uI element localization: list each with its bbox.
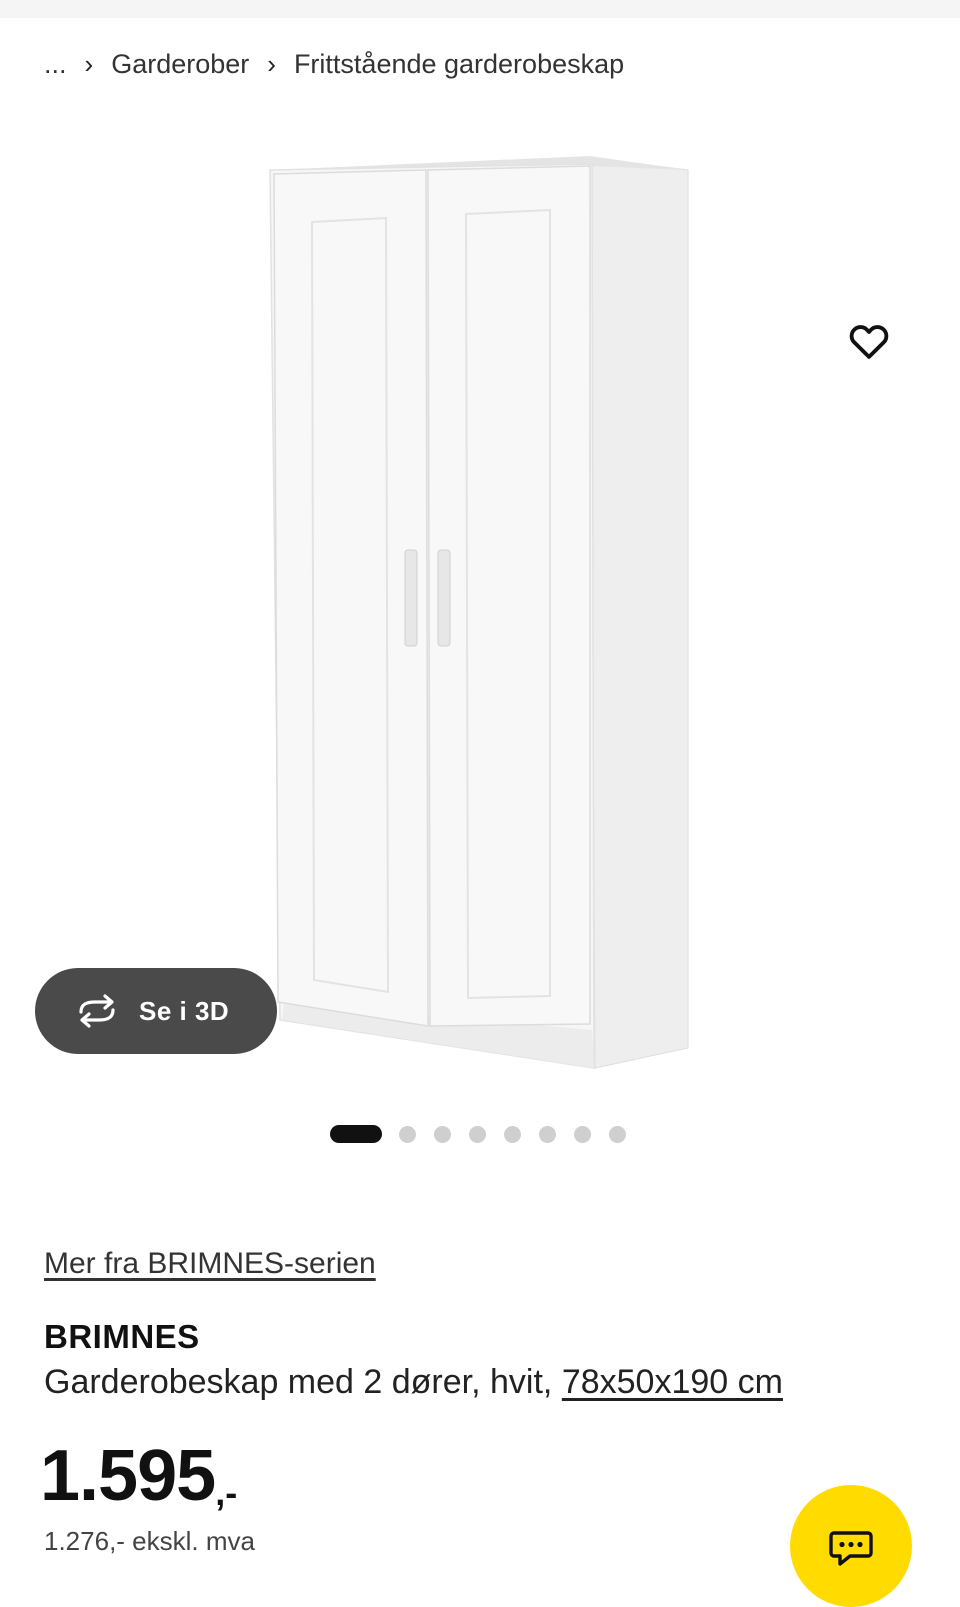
product-gallery[interactable]: [0, 120, 960, 1100]
favorite-button[interactable]: [846, 318, 892, 364]
view-in-3d-label: Se i 3D: [139, 995, 230, 1026]
breadcrumb-item-frittstaende[interactable]: Frittstående garderobeskap: [294, 49, 624, 80]
gallery-pagination: [330, 1124, 644, 1144]
heart-icon: [849, 325, 889, 359]
pagination-dot[interactable]: [539, 1125, 556, 1143]
chevron-right-icon: ›: [267, 48, 276, 79]
pagination-dot[interactable]: [469, 1125, 486, 1143]
chat-icon: [829, 1531, 873, 1566]
pagination-dot[interactable]: [574, 1125, 591, 1143]
price-amount: 1.595: [40, 1436, 216, 1516]
pagination-dot-active[interactable]: [330, 1125, 382, 1143]
pagination-dot[interactable]: [504, 1125, 521, 1143]
product-image[interactable]: [250, 150, 710, 1080]
view-in-3d-button[interactable]: Se i 3D: [35, 968, 277, 1054]
product-dimensions-link[interactable]: 78x50x190 cm: [562, 1363, 783, 1401]
pagination-dot[interactable]: [609, 1125, 626, 1143]
product-name: BRIMNES: [44, 1318, 200, 1355]
rotate-3d-icon: [79, 994, 115, 1028]
breadcrumb: ... › Garderober › Frittstående garderob…: [44, 44, 624, 84]
pagination-dot[interactable]: [399, 1125, 416, 1143]
product-description-text: Garderobeskap med 2 dører, hvit,: [44, 1363, 553, 1401]
price-ex-vat: 1.276,- ekskl. mva: [44, 1526, 255, 1556]
product-price: 1.595 ,-: [40, 1432, 237, 1520]
price-suffix: ,-: [215, 1472, 238, 1513]
breadcrumb-ellipsis[interactable]: ...: [44, 49, 67, 80]
chevron-right-icon: ›: [84, 48, 94, 79]
series-link[interactable]: Mer fra BRIMNES-serien: [44, 1247, 376, 1281]
pagination-dot[interactable]: [434, 1125, 451, 1143]
product-description: Garderobeskap med 2 dører, hvit, 78x50x1…: [44, 1363, 783, 1402]
top-bar: [0, 0, 960, 18]
breadcrumb-item-garderober[interactable]: Garderober: [111, 49, 249, 80]
chat-button[interactable]: [790, 1485, 912, 1607]
